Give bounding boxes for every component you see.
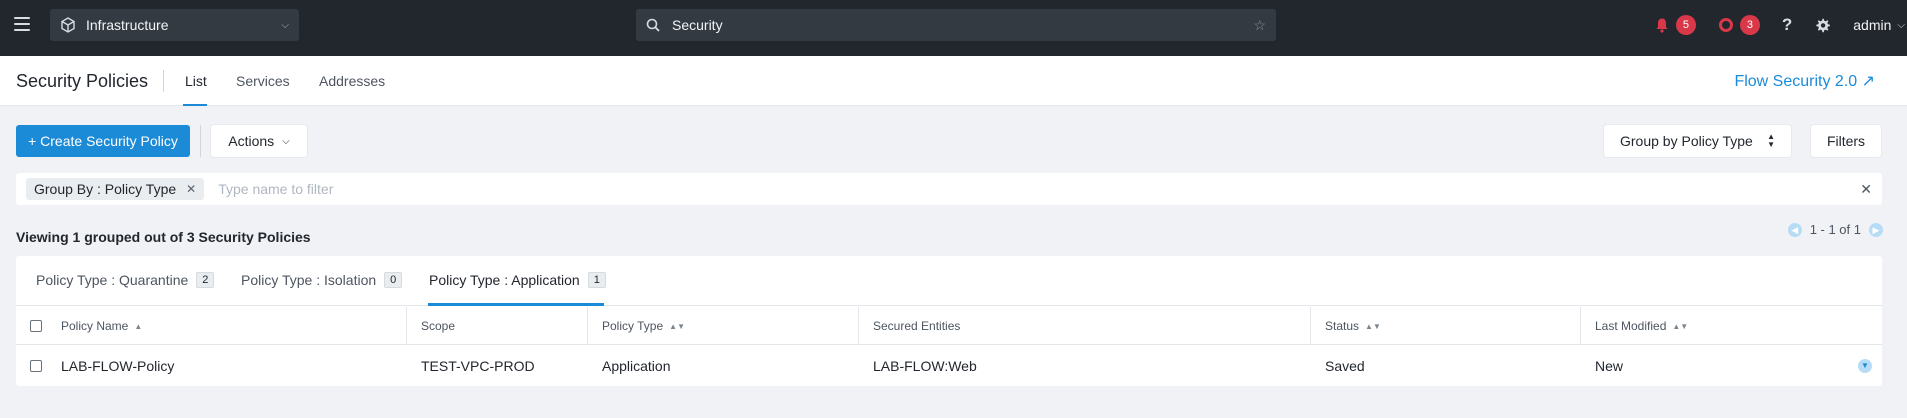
cell-last-modified: New	[1595, 358, 1624, 374]
column-divider	[858, 307, 859, 345]
top-navigation-bar: Infrastructure ⌵ Security ☆ 5 3 ? admin …	[0, 0, 1907, 56]
group-by-chip: Group By : Policy Type ✕	[26, 178, 205, 200]
cell-secured-entities: LAB-FLOW:Web	[873, 358, 977, 374]
column-policy-type[interactable]: Policy Type ▲▼	[602, 307, 685, 345]
results-summary: Viewing 1 grouped out of 3 Security Poli…	[16, 229, 311, 245]
page-title: Security Policies	[16, 71, 149, 91]
clear-filter-icon[interactable]: ✕	[1860, 181, 1872, 198]
tab-addresses[interactable]: Addresses	[319, 73, 385, 89]
filter-input[interactable]	[218, 181, 1861, 197]
column-label: Policy Type	[602, 319, 664, 333]
column-label: Status	[1325, 319, 1360, 333]
group-tab-label: Policy Type : Isolation	[241, 272, 377, 288]
active-group-indicator	[428, 303, 604, 306]
column-divider	[587, 307, 588, 345]
sort-updown-icon: ▲ ▼	[1767, 132, 1775, 149]
chip-label: Group By : Policy Type	[34, 181, 177, 197]
group-by-label: Group by Policy Type	[1620, 133, 1753, 149]
title-divider	[163, 70, 164, 92]
column-divider	[1580, 307, 1581, 345]
chevron-down-icon: ⌵	[1897, 19, 1905, 31]
sort-icon[interactable]: ▲▼	[1672, 322, 1688, 331]
column-label: Last Modified	[1595, 319, 1667, 333]
column-scope: Scope	[421, 307, 455, 345]
actions-label: Actions	[228, 133, 275, 149]
column-label: Scope	[421, 319, 456, 333]
app-switcher-label: Infrastructure	[86, 17, 169, 33]
group-tab-label: Policy Type : Application	[429, 272, 580, 288]
column-secured-entities: Secured Entities	[873, 307, 960, 345]
global-search-bar[interactable]: Security ☆	[636, 9, 1276, 41]
events-button[interactable]: 3	[1718, 15, 1760, 35]
column-divider	[406, 307, 407, 345]
page-range: 1 - 1 of 1	[1809, 222, 1861, 237]
group-tab-label: Policy Type : Quarantine	[36, 272, 189, 288]
alerts-button[interactable]: 5	[1654, 15, 1696, 35]
column-status[interactable]: Status ▲▼	[1325, 307, 1381, 345]
filters-button[interactable]: Filters	[1811, 125, 1881, 157]
column-label: Policy Name	[61, 319, 129, 333]
sort-asc-icon[interactable]: ▲	[134, 322, 142, 331]
actions-dropdown[interactable]: Actions ⌵	[211, 125, 307, 157]
tab-services[interactable]: Services	[236, 73, 290, 89]
chevron-down-icon: ⌵	[282, 135, 290, 147]
group-tab-application[interactable]: Policy Type : Application 1	[429, 272, 606, 288]
gear-icon	[1816, 18, 1831, 32]
pagination: ◀ 1 - 1 of 1 ▶	[1787, 222, 1883, 237]
chevron-down-icon: ⌵	[281, 19, 289, 31]
column-last-modified[interactable]: Last Modified ▲▼	[1595, 307, 1688, 345]
group-by-dropdown[interactable]: Group by Policy Type ▲ ▼	[1604, 125, 1791, 157]
bell-icon	[1656, 18, 1668, 33]
search-icon	[646, 18, 660, 32]
cell-status: Saved	[1325, 358, 1365, 374]
prev-page-icon[interactable]: ◀	[1787, 222, 1802, 237]
hamburger-menu-icon[interactable]	[14, 17, 30, 31]
column-divider	[1310, 307, 1311, 345]
group-tabs: Policy Type : Quarantine 2 Policy Type :…	[16, 256, 1882, 306]
sort-icon[interactable]: ▲▼	[1365, 322, 1381, 331]
settings-button[interactable]	[1814, 17, 1831, 34]
search-input[interactable]: Security	[672, 17, 1253, 33]
cube-icon	[61, 17, 75, 33]
app-switcher-dropdown[interactable]: Infrastructure ⌵	[50, 9, 299, 41]
expand-row-icon[interactable]: ▼	[1858, 359, 1872, 373]
flow-security-link[interactable]: Flow Security 2.0 ↗	[1734, 71, 1875, 91]
sort-icon[interactable]: ▲▼	[669, 322, 685, 331]
active-tab-indicator	[183, 104, 207, 106]
page-header: Security Policies List Services Addresse…	[0, 56, 1907, 106]
ring-icon	[1718, 18, 1733, 32]
user-name: admin	[1853, 17, 1892, 33]
group-count-badge: 2	[196, 272, 215, 288]
cell-policy-type: Application	[602, 358, 671, 374]
next-page-icon[interactable]: ▶	[1869, 222, 1883, 237]
events-count-badge: 3	[1739, 15, 1760, 35]
cell-policy-name[interactable]: LAB-FLOW-Policy	[61, 346, 174, 386]
remove-chip-icon[interactable]: ✕	[186, 182, 196, 196]
top-right-controls: 5 3 ? admin ⌵	[1654, 0, 1907, 50]
group-tab-isolation[interactable]: Policy Type : Isolation 0	[241, 272, 403, 288]
group-count-badge: 1	[587, 272, 606, 288]
group-count-badge: 0	[384, 272, 403, 288]
select-all-checkbox[interactable]	[30, 320, 42, 332]
alerts-count-badge: 5	[1675, 15, 1696, 35]
user-menu[interactable]: admin ⌵	[1853, 17, 1905, 33]
tab-list[interactable]: List	[185, 73, 207, 89]
help-button[interactable]: ?	[1782, 15, 1792, 35]
table-header: Policy Name ▲ Scope Policy Type ▲▼ Secur…	[16, 307, 1882, 345]
cell-scope: TEST-VPC-PROD	[421, 358, 535, 374]
create-security-policy-button[interactable]: + Create Security Policy	[16, 125, 190, 157]
toolbar-divider	[200, 125, 201, 157]
star-icon[interactable]: ☆	[1253, 17, 1266, 34]
group-tab-quarantine[interactable]: Policy Type : Quarantine 2	[36, 272, 215, 288]
column-label: Secured Entities	[873, 319, 961, 333]
filter-bar: Group By : Policy Type ✕ ✕	[16, 173, 1882, 205]
table-row[interactable]: LAB-FLOW-Policy TEST-VPC-PROD Applicatio…	[16, 346, 1882, 386]
row-checkbox[interactable]	[30, 360, 42, 372]
question-icon: ?	[1781, 15, 1793, 34]
column-policy-name[interactable]: Policy Name ▲	[61, 307, 142, 345]
policies-card: Policy Type : Quarantine 2 Policy Type :…	[16, 256, 1882, 386]
